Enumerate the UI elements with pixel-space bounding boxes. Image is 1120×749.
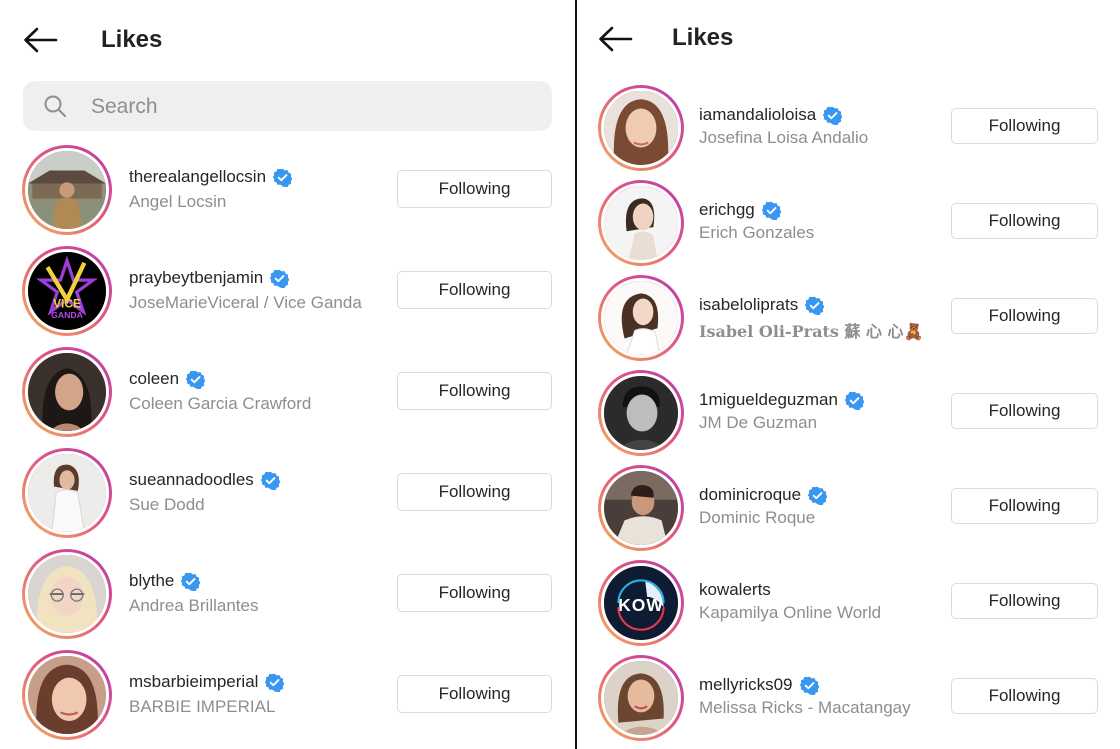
avatar[interactable]	[598, 370, 684, 456]
full-name: Josefina Loisa Andalio	[699, 128, 869, 147]
list-item[interactable]: 1migueldeguzman JM De Guzman Following	[577, 370, 1120, 465]
avatar[interactable]: KOW	[598, 560, 684, 646]
list-item[interactable]: isabeloliprats Isabel Oli-Prats 蘇 心 心🧸 F…	[577, 275, 1120, 370]
full-name: Andrea Brillantes	[129, 596, 259, 615]
username[interactable]: iamandalioloisa	[699, 105, 843, 125]
verified-badge-icon	[185, 370, 206, 389]
following-button[interactable]: Following	[951, 678, 1098, 714]
verified-badge-icon	[272, 168, 293, 187]
avatar[interactable]	[598, 85, 684, 171]
following-button[interactable]: Following	[397, 170, 552, 208]
full-name: Erich Gonzales	[699, 223, 815, 242]
avatar[interactable]	[22, 145, 112, 235]
list-item[interactable]: sueannadoodles Sue Dodd Following	[0, 448, 575, 548]
username[interactable]: erichgg	[699, 200, 782, 220]
vice-logo-text: VICE	[53, 296, 81, 310]
username[interactable]: therealangellocsin	[129, 167, 293, 187]
ganda-logo-text: GANDA	[51, 310, 83, 320]
search-input[interactable]	[89, 81, 533, 133]
full-name: Sue Dodd	[129, 495, 205, 514]
full-name: Isabel Oli-Prats 蘇 心 心🧸	[699, 322, 924, 341]
verified-badge-icon	[260, 471, 281, 490]
full-name: Melissa Ricks - Macatangay	[699, 698, 911, 717]
username[interactable]: blythe	[129, 571, 201, 591]
list-item[interactable]: coleen Coleen Garcia Crawford Following	[0, 347, 575, 447]
username[interactable]: kowalerts	[699, 580, 771, 600]
likes-panel-right: Likes iamandalioloisa Josefina Loisa And…	[577, 0, 1120, 749]
likes-panel-left: Likes therealangellocsin Angel Locsin Fo…	[0, 0, 575, 749]
list-item[interactable]: KOW kowalerts Kapamilya Online World Fol…	[577, 560, 1120, 655]
avatar[interactable]: VICE GANDA	[22, 246, 112, 336]
following-button[interactable]: Following	[951, 203, 1098, 239]
username[interactable]: 1migueldeguzman	[699, 390, 865, 410]
kow-logo-text: KOW	[618, 595, 664, 615]
username[interactable]: mellyricks09	[699, 675, 820, 695]
page-title: Likes	[672, 24, 734, 51]
list-item[interactable]: dominicroque Dominic Roque Following	[577, 465, 1120, 560]
list-item[interactable]: iamandalioloisa Josefina Loisa Andalio F…	[577, 85, 1120, 180]
search-bar[interactable]	[23, 81, 552, 133]
username[interactable]: msbarbieimperial	[129, 672, 285, 692]
full-name: BARBIE IMPERIAL	[129, 697, 276, 716]
list-item[interactable]: VICE GANDA praybeytbenjamin JoseMarieVice…	[0, 246, 575, 346]
following-button[interactable]: Following	[397, 574, 552, 612]
username[interactable]: coleen	[129, 369, 206, 389]
verified-badge-icon	[761, 201, 782, 220]
following-button[interactable]: Following	[397, 271, 552, 309]
avatar[interactable]	[598, 275, 684, 361]
full-name: Dominic Roque	[699, 508, 816, 527]
header: Likes	[577, 0, 1120, 80]
verified-badge-icon	[799, 676, 820, 695]
page-title: Likes	[101, 26, 163, 53]
avatar[interactable]	[598, 465, 684, 551]
verified-badge-icon	[264, 673, 285, 692]
back-arrow-icon[interactable]	[22, 26, 58, 54]
verified-badge-icon	[844, 391, 865, 410]
following-button[interactable]: Following	[397, 675, 552, 713]
following-button[interactable]: Following	[951, 393, 1098, 429]
following-button[interactable]: Following	[951, 298, 1098, 334]
following-button[interactable]: Following	[397, 372, 552, 410]
verified-badge-icon	[180, 572, 201, 591]
verified-badge-icon	[822, 106, 843, 125]
header: Likes	[0, 0, 575, 80]
username[interactable]: praybeytbenjamin	[129, 268, 290, 288]
username[interactable]: isabeloliprats	[699, 295, 825, 315]
full-name: JM De Guzman	[699, 413, 818, 432]
list-item[interactable]: msbarbieimperial BARBIE IMPERIAL Followi…	[0, 650, 575, 749]
list-item[interactable]: therealangellocsin Angel Locsin Followin…	[0, 145, 575, 245]
screenshot-collage: Likes therealangellocsin Angel Locsin Fo…	[0, 0, 1120, 749]
back-arrow-icon[interactable]	[597, 25, 633, 53]
full-name: Angel Locsin	[129, 192, 227, 211]
verified-badge-icon	[269, 269, 290, 288]
full-name: Coleen Garcia Crawford	[129, 394, 312, 413]
full-name: Kapamilya Online World	[699, 603, 882, 622]
avatar[interactable]	[598, 180, 684, 266]
list-item[interactable]: erichgg Erich Gonzales Following	[577, 180, 1120, 275]
following-button[interactable]: Following	[951, 108, 1098, 144]
full-name: JoseMarieViceral / Vice Ganda	[129, 293, 362, 312]
search-icon	[43, 94, 67, 118]
avatar[interactable]	[598, 655, 684, 741]
username[interactable]: sueannadoodles	[129, 470, 281, 490]
avatar[interactable]	[22, 650, 112, 740]
list-item[interactable]: mellyricks09 Melissa Ricks - Macatangay …	[577, 655, 1120, 749]
following-button[interactable]: Following	[951, 488, 1098, 524]
avatar[interactable]	[22, 549, 112, 639]
following-button[interactable]: Following	[951, 583, 1098, 619]
verified-badge-icon	[807, 486, 828, 505]
list-item[interactable]: blythe Andrea Brillantes Following	[0, 549, 575, 649]
username[interactable]: dominicroque	[699, 485, 828, 505]
avatar[interactable]	[22, 347, 112, 437]
following-button[interactable]: Following	[397, 473, 552, 511]
verified-badge-icon	[804, 296, 825, 315]
avatar[interactable]	[22, 448, 112, 538]
